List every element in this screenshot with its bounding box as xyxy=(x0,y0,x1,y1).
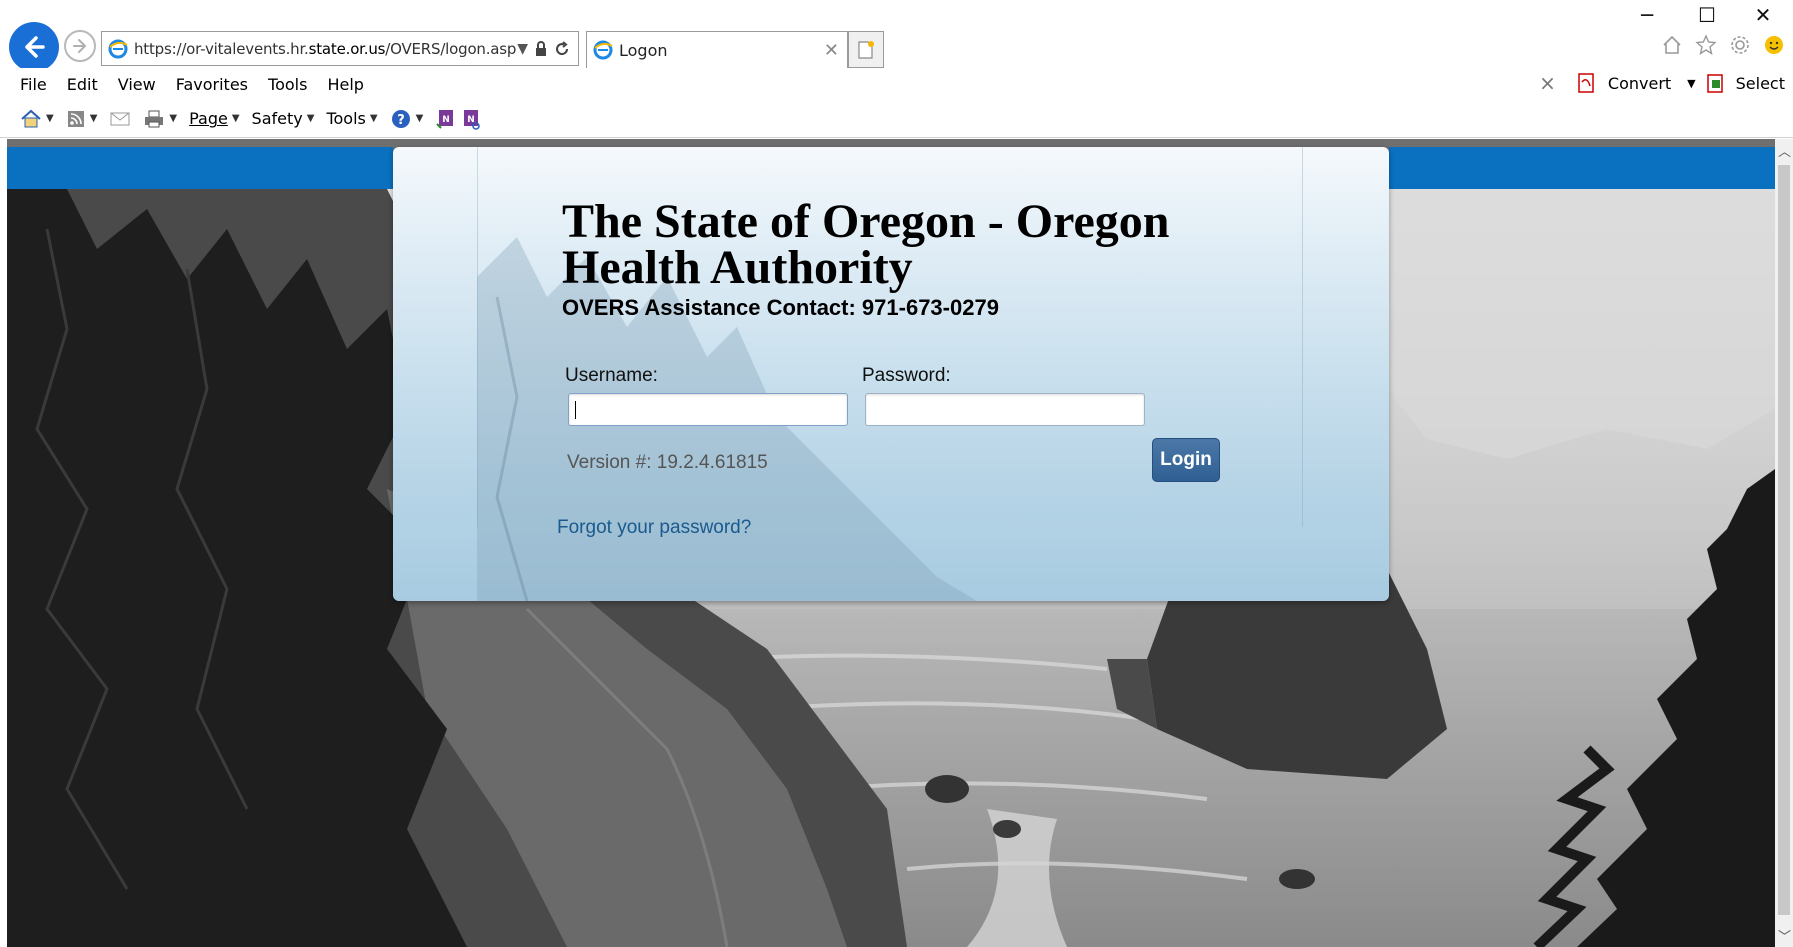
pdf-select-icon xyxy=(1706,74,1723,93)
print-dropdown-icon[interactable]: ▼ xyxy=(169,113,177,124)
print-icon xyxy=(145,110,164,127)
svg-text:?: ? xyxy=(397,113,405,128)
tools-dropdown-icon: ▼ xyxy=(369,113,378,124)
close-toolbar-icon[interactable]: × xyxy=(1539,71,1556,95)
mail-command[interactable] xyxy=(109,110,131,128)
page-title: The State of Oregon - Oregon Health Auth… xyxy=(562,195,1170,294)
home-icon[interactable] xyxy=(1661,34,1683,56)
login-button[interactable]: Login xyxy=(1152,438,1220,482)
new-tab-button[interactable] xyxy=(848,31,884,68)
feedback-smiley-icon[interactable] xyxy=(1763,34,1785,56)
onenote-linked-icon: N xyxy=(464,109,481,130)
svg-text:N: N xyxy=(442,115,450,125)
back-arrow-icon xyxy=(25,36,45,58)
page-viewport: The State of Oregon - Oregon Health Auth… xyxy=(7,139,1775,947)
tab-logon[interactable]: Logon ✕ xyxy=(586,31,848,68)
scroll-thumb[interactable] xyxy=(1778,165,1790,915)
help-command[interactable]: ? ▼ xyxy=(390,108,424,130)
menu-edit[interactable]: Edit xyxy=(67,73,98,96)
tab-close-icon[interactable]: ✕ xyxy=(824,40,839,61)
back-button[interactable] xyxy=(9,22,59,72)
settings-gear-icon[interactable] xyxy=(1729,34,1751,56)
address-bar[interactable]: https://or-vitalevents.hr.state.or.us/OV… xyxy=(101,31,579,66)
pdf-convert-icon xyxy=(1578,73,1594,93)
browser-titlebar: https://or-vitalevents.hr.state.or.us/OV… xyxy=(0,0,1793,72)
text-caret xyxy=(575,401,576,419)
convert-dropdown-icon[interactable]: ▼ xyxy=(1687,77,1695,90)
research-command[interactable]: N xyxy=(435,108,455,130)
mail-icon xyxy=(110,112,130,125)
forward-button[interactable] xyxy=(64,30,96,62)
command-bar: ▼ ▼ ▼ Page ▼ Safety ▼ Tools ▼ ? ▼ N N xyxy=(0,100,1793,138)
new-tab-icon xyxy=(858,40,874,59)
scroll-down-icon[interactable]: ﹀ xyxy=(1778,926,1791,945)
page-dropdown-icon: ▼ xyxy=(231,113,240,124)
menu-favorites[interactable]: Favorites xyxy=(176,73,248,96)
scroll-up-icon[interactable]: ︿ xyxy=(1778,141,1791,160)
menu-bar: File Edit View Favorites Tools Help × Co… xyxy=(0,68,1793,100)
help-dropdown-icon[interactable]: ▼ xyxy=(416,113,424,124)
login-panel: The State of Oregon - Oregon Health Auth… xyxy=(393,147,1389,601)
convert-button[interactable]: Convert xyxy=(1608,74,1671,93)
select-button[interactable]: Select xyxy=(1736,74,1785,93)
safety-dropdown-icon: ▼ xyxy=(306,113,315,124)
page-menu[interactable]: Page ▼ xyxy=(189,109,239,128)
username-label: Username: xyxy=(565,365,658,386)
home-color-icon xyxy=(21,109,41,127)
username-field[interactable] xyxy=(568,393,848,426)
onenote-send-icon: N xyxy=(436,109,454,129)
vertical-scrollbar[interactable]: ︿ ﹀ xyxy=(1775,139,1793,947)
maximize-button[interactable]: ☐ xyxy=(1677,0,1737,30)
tools-menu-label: Tools xyxy=(326,109,366,128)
safety-menu[interactable]: Safety ▼ xyxy=(252,109,315,128)
linked-notes-command[interactable]: N xyxy=(461,108,481,130)
lock-icon[interactable] xyxy=(534,40,548,57)
tab-title: Logon xyxy=(619,40,668,60)
header-bar-left xyxy=(7,147,393,189)
forgot-password-link[interactable]: Forgot your password? xyxy=(557,517,751,539)
tools-menu[interactable]: Tools ▼ xyxy=(326,109,377,128)
print-command[interactable]: ▼ xyxy=(143,108,177,130)
feeds-dropdown-icon[interactable]: ▼ xyxy=(90,113,98,124)
safety-menu-label: Safety xyxy=(251,109,303,128)
version-text: Version #: 19.2.4.61815 xyxy=(567,452,768,473)
assistance-contact: OVERS Assistance Contact: 971-673-0279 xyxy=(562,295,999,320)
home-command[interactable]: ▼ xyxy=(20,108,54,130)
menu-file[interactable]: File xyxy=(20,73,47,96)
favorites-star-icon[interactable] xyxy=(1695,34,1717,56)
dropdown-arrow-icon[interactable]: ▼ xyxy=(517,41,528,57)
menu-help[interactable]: Help xyxy=(327,73,363,96)
rss-feed-icon xyxy=(67,110,84,127)
refresh-icon[interactable] xyxy=(554,40,570,57)
ie-page-icon xyxy=(108,39,128,58)
page-menu-label: Page xyxy=(189,109,228,128)
forward-arrow-icon xyxy=(73,39,86,53)
header-bar-right xyxy=(1389,147,1775,189)
password-field[interactable] xyxy=(865,393,1145,426)
ie-tab-icon xyxy=(593,40,613,60)
feeds-command[interactable]: ▼ xyxy=(66,109,98,129)
help-icon: ? xyxy=(391,109,410,128)
home-dropdown-icon[interactable]: ▼ xyxy=(46,113,54,124)
menu-tools[interactable]: Tools xyxy=(268,73,307,96)
password-label: Password: xyxy=(862,365,951,386)
menu-view[interactable]: View xyxy=(118,73,156,96)
close-window-button[interactable]: ✕ xyxy=(1733,0,1793,30)
url-text: https://or-vitalevents.hr.state.or.us/OV… xyxy=(134,39,517,58)
minimize-button[interactable]: ─ xyxy=(1617,0,1677,30)
